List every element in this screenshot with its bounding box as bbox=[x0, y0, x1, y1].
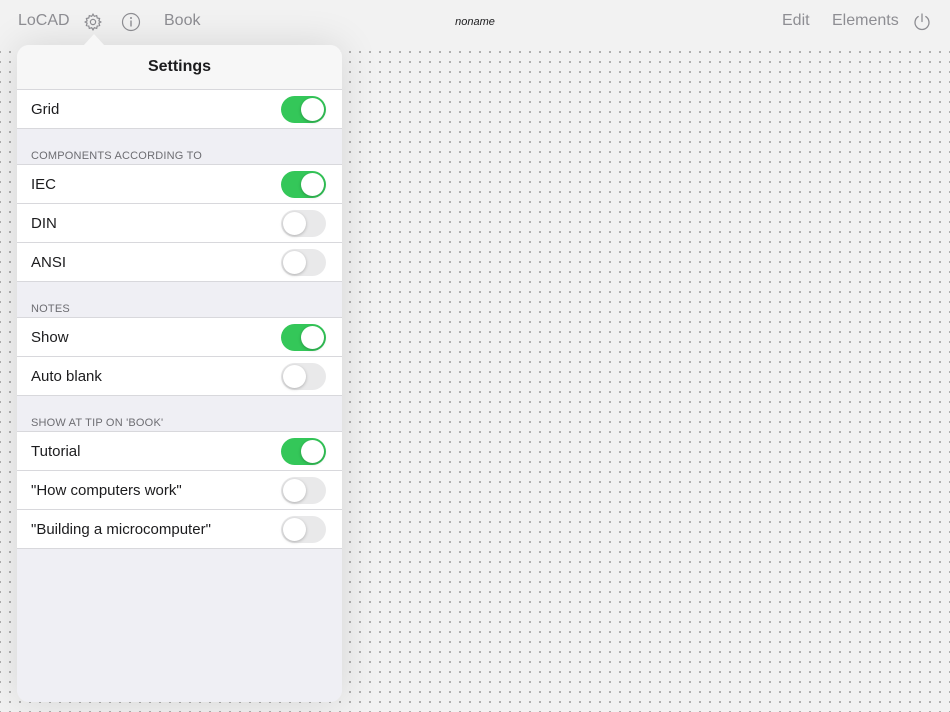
elements-button[interactable]: Elements bbox=[832, 12, 899, 30]
toggle-knob bbox=[283, 212, 306, 235]
notes-show-label: Show bbox=[31, 329, 69, 346]
iec-toggle[interactable] bbox=[281, 171, 326, 198]
toggle-knob bbox=[283, 365, 306, 388]
building-microcomputer-row[interactable]: "Building a microcomputer" bbox=[17, 510, 342, 549]
grid-row[interactable]: Grid bbox=[17, 90, 342, 129]
iec-row[interactable]: IEC bbox=[17, 165, 342, 204]
toggle-knob bbox=[301, 326, 324, 349]
grid-label: Grid bbox=[31, 101, 60, 118]
toggle-knob bbox=[301, 98, 324, 121]
grid-toggle[interactable] bbox=[281, 96, 326, 123]
how-computers-work-row[interactable]: "How computers work" bbox=[17, 471, 342, 510]
toggle-knob bbox=[301, 440, 324, 463]
din-toggle[interactable] bbox=[281, 210, 326, 237]
toggle-knob bbox=[283, 518, 306, 541]
building-microcomputer-toggle[interactable] bbox=[281, 516, 326, 543]
top-toolbar: LoCAD Book noname Edit Elements bbox=[0, 0, 950, 44]
notes-show-toggle[interactable] bbox=[281, 324, 326, 351]
tutorial-toggle[interactable] bbox=[281, 438, 326, 465]
edit-button[interactable]: Edit bbox=[782, 12, 810, 30]
auto-blank-row[interactable]: Auto blank bbox=[17, 357, 342, 396]
din-label: DIN bbox=[31, 215, 57, 232]
toggle-knob bbox=[283, 479, 306, 502]
power-icon[interactable] bbox=[912, 12, 932, 32]
building-microcomputer-label: "Building a microcomputer" bbox=[31, 521, 211, 538]
ansi-label: ANSI bbox=[31, 254, 67, 271]
notes-section-header: NOTES bbox=[17, 282, 342, 318]
notes-show-row[interactable]: Show bbox=[17, 318, 342, 357]
toggle-knob bbox=[283, 251, 306, 274]
how-computers-work-label: "How computers work" bbox=[31, 482, 182, 499]
ansi-toggle[interactable] bbox=[281, 249, 326, 276]
auto-blank-toggle[interactable] bbox=[281, 363, 326, 390]
iec-label: IEC bbox=[31, 176, 57, 193]
settings-popover: Settings Grid COMPONENTS ACCORDING TO IE… bbox=[17, 45, 342, 702]
ansi-row[interactable]: ANSI bbox=[17, 243, 342, 282]
components-section-header: COMPONENTS ACCORDING TO bbox=[17, 129, 342, 165]
how-computers-work-toggle[interactable] bbox=[281, 477, 326, 504]
settings-title: Settings bbox=[17, 45, 342, 90]
tutorial-label: Tutorial bbox=[31, 443, 81, 460]
toggle-knob bbox=[301, 173, 324, 196]
din-row[interactable]: DIN bbox=[17, 204, 342, 243]
tip-section-header: SHOW AT TIP ON 'BOOK' bbox=[17, 396, 342, 432]
tutorial-row[interactable]: Tutorial bbox=[17, 432, 342, 471]
auto-blank-label: Auto blank bbox=[31, 368, 102, 385]
